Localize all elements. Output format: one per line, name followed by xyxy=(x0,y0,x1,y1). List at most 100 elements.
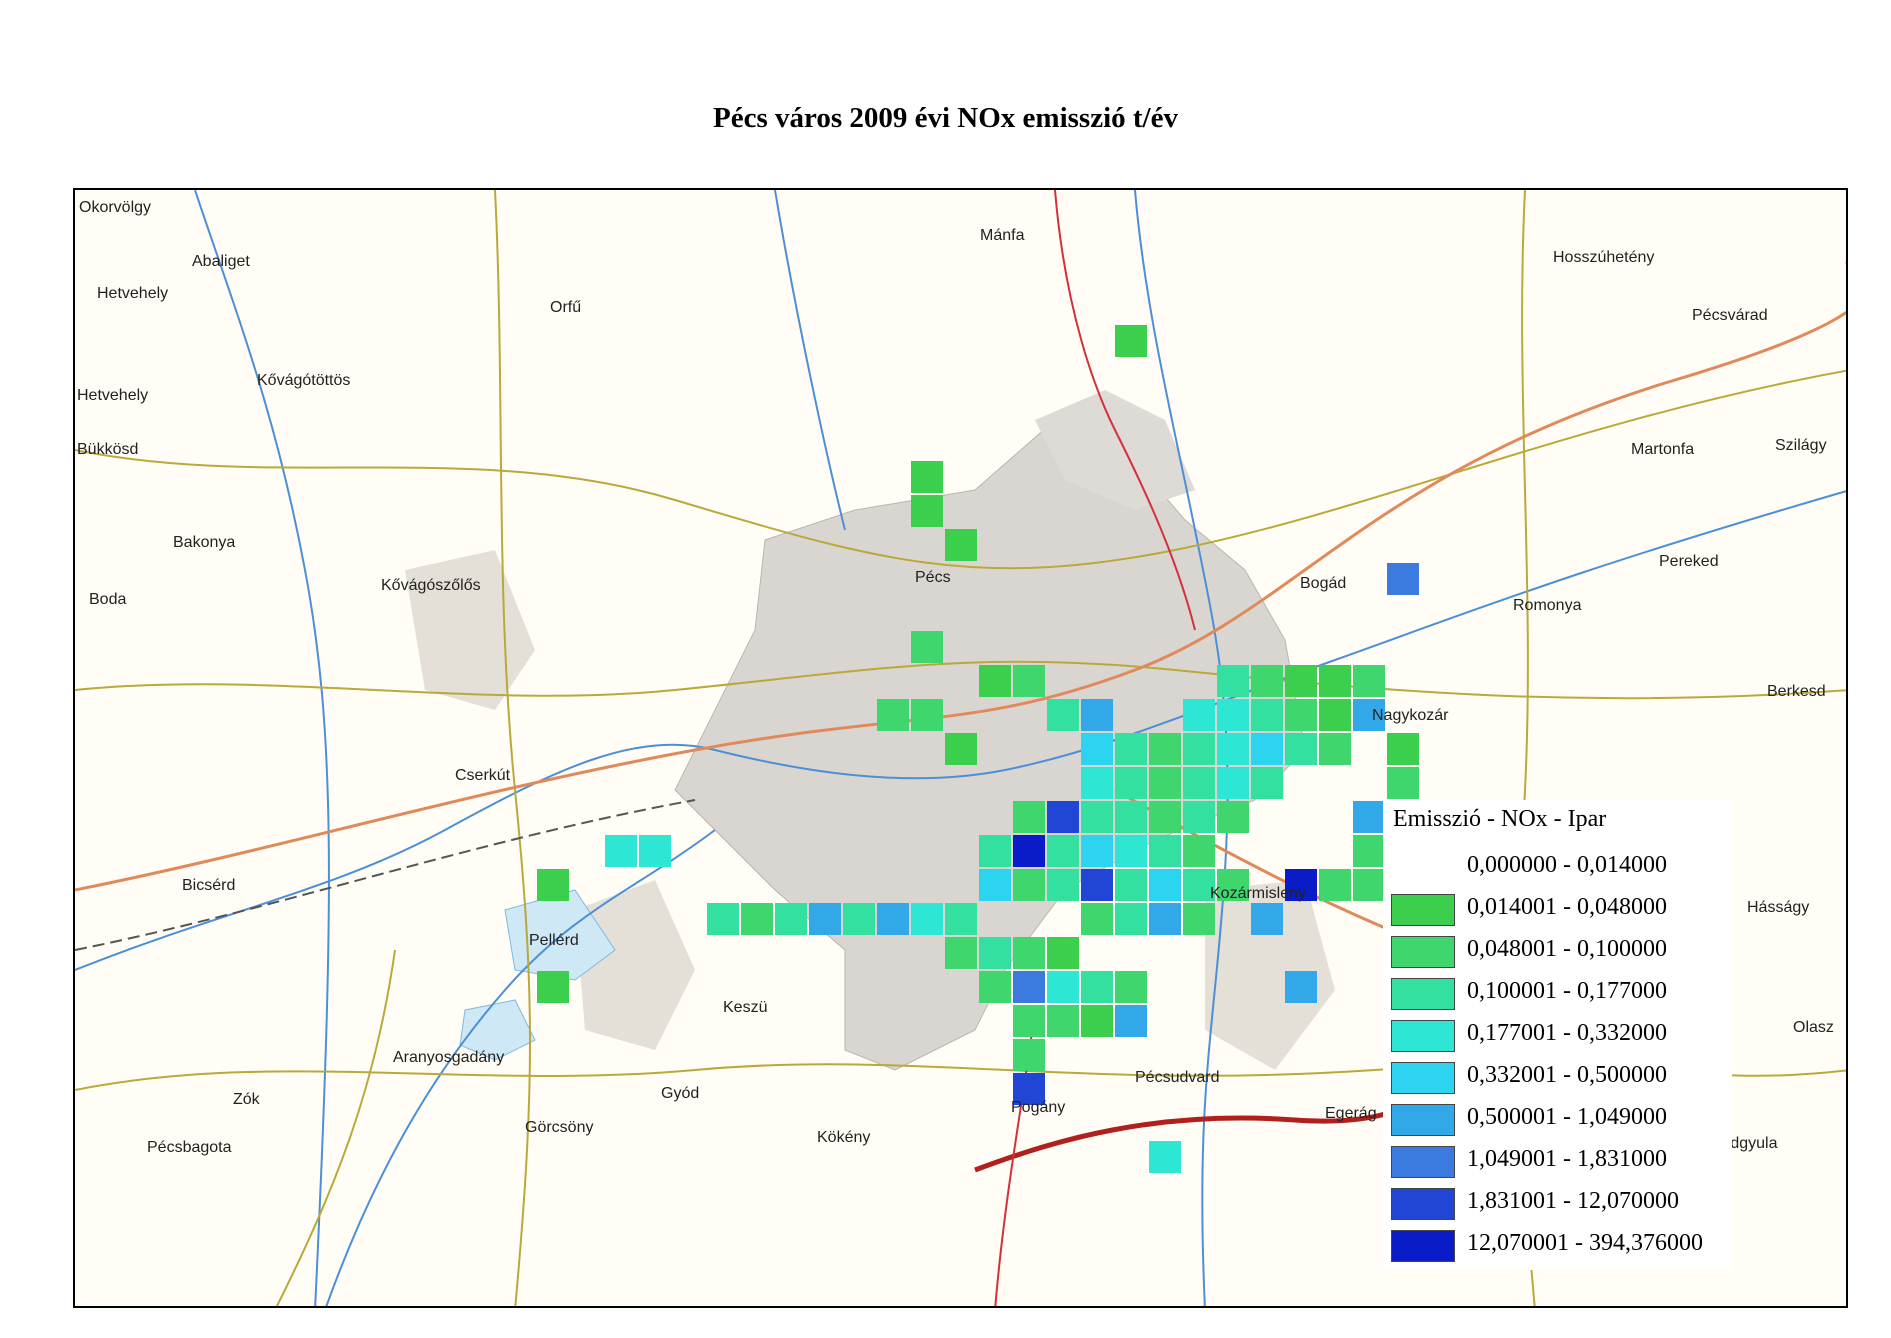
town-label: Pécsudvard xyxy=(1135,1069,1220,1086)
town-label: Egerág xyxy=(1325,1105,1377,1122)
legend-label: 0,000000 - 0,014000 xyxy=(1467,852,1667,878)
emission-cell xyxy=(1115,971,1147,1003)
emission-cell xyxy=(945,903,977,935)
emission-cell xyxy=(877,699,909,731)
town-label: Abaliget xyxy=(192,253,250,270)
town-label: Hosszúhetény xyxy=(1553,249,1654,266)
emission-cell xyxy=(911,699,943,731)
town-label: Aranyosgadány xyxy=(393,1049,504,1066)
town-label: Pécs xyxy=(915,569,951,586)
emission-cell xyxy=(1353,665,1385,697)
emission-cell xyxy=(911,461,943,493)
town-label: Hetvehely xyxy=(77,387,148,404)
emission-cell xyxy=(1285,665,1317,697)
emission-cell xyxy=(1149,835,1181,867)
emission-cell xyxy=(1319,733,1351,765)
emission-cell xyxy=(1149,801,1181,833)
emission-cell xyxy=(537,971,569,1003)
town-label: Pogány xyxy=(1011,1099,1065,1116)
emission-cell xyxy=(1353,869,1385,901)
emission-cell xyxy=(1353,835,1385,867)
town-label: Berkesd xyxy=(1767,683,1826,700)
town-label: Gyód xyxy=(661,1085,699,1102)
emission-cell xyxy=(1013,937,1045,969)
emission-cell xyxy=(1115,835,1147,867)
legend-label: 0,100001 - 0,177000 xyxy=(1467,978,1667,1004)
emission-cell xyxy=(1149,869,1181,901)
legend-label: 0,177001 - 0,332000 xyxy=(1467,1020,1667,1046)
emission-cell xyxy=(1081,733,1113,765)
emission-cell xyxy=(1319,869,1351,901)
town-label: Hásságy xyxy=(1747,899,1809,916)
emission-cell xyxy=(1081,971,1113,1003)
legend-row: 0,177001 - 0,332000 xyxy=(1391,1016,1736,1054)
emission-cell xyxy=(1183,801,1215,833)
emission-cell xyxy=(979,665,1011,697)
legend-swatch xyxy=(1391,1230,1455,1262)
emission-cell xyxy=(945,733,977,765)
emission-cell xyxy=(1251,699,1283,731)
legend-label: 0,014001 - 0,048000 xyxy=(1467,894,1667,920)
legend: Emisszió - NOx - Ipar 0,000000 - 0,01400… xyxy=(1383,800,1732,1270)
emission-cell xyxy=(1047,971,1079,1003)
emission-cell xyxy=(843,903,875,935)
legend-swatch xyxy=(1391,936,1455,968)
town-label: Bükkösd xyxy=(77,441,138,458)
emission-cell xyxy=(911,495,943,527)
town-label: Orfű xyxy=(550,299,581,316)
emission-cell xyxy=(979,835,1011,867)
legend-label: 0,048001 - 0,100000 xyxy=(1467,936,1667,962)
emission-cell xyxy=(1081,767,1113,799)
emission-cell xyxy=(1047,699,1079,731)
emission-cell xyxy=(639,835,671,867)
road-4 xyxy=(494,190,531,1306)
legend-label: 1,049001 - 1,831000 xyxy=(1467,1146,1667,1172)
town-label: Bogád xyxy=(1300,575,1346,592)
emission-cell xyxy=(1013,869,1045,901)
town-label: Kővágószőlős xyxy=(381,577,481,594)
legend-swatch xyxy=(1391,1146,1455,1178)
town-label: Pécsbagota xyxy=(147,1139,232,1156)
town-label: Hetvehely xyxy=(97,285,168,302)
town-label: Okorvölgy xyxy=(79,199,151,216)
emission-cell xyxy=(945,529,977,561)
emission-cell xyxy=(1013,665,1045,697)
emission-cell xyxy=(1183,835,1215,867)
emission-cell xyxy=(1251,767,1283,799)
map-title: Pécs város 2009 évi NOx emisszió t/év xyxy=(713,102,1178,134)
emission-cell xyxy=(809,903,841,935)
emission-cell xyxy=(1013,1005,1045,1037)
urban-area-west xyxy=(405,550,535,710)
emission-cell xyxy=(1387,767,1419,799)
emission-cell xyxy=(1013,801,1045,833)
emission-cell xyxy=(979,869,1011,901)
town-label: Mánfa xyxy=(980,227,1025,244)
emission-cell xyxy=(707,903,739,935)
legend-row: 0,048001 - 0,100000 xyxy=(1391,932,1736,970)
emission-cell xyxy=(1013,971,1045,1003)
town-label: Görcsöny xyxy=(525,1119,593,1136)
emission-cell xyxy=(1217,801,1249,833)
emission-cell xyxy=(1251,665,1283,697)
emission-cell xyxy=(1319,665,1351,697)
emission-cell xyxy=(1149,903,1181,935)
emission-cell xyxy=(1081,801,1113,833)
town-label: Boda xyxy=(89,591,126,608)
town-label: Bakonya xyxy=(173,534,235,551)
emission-cell xyxy=(1047,869,1079,901)
emission-cell xyxy=(1353,801,1385,833)
town-label: Pellérd xyxy=(529,932,579,949)
town-label: Pécsvárad xyxy=(1692,307,1768,324)
emission-cell xyxy=(1149,767,1181,799)
town-label: Kozármisleny xyxy=(1210,885,1306,902)
emission-cell xyxy=(1047,937,1079,969)
legend-row: 1,831001 - 12,070000 xyxy=(1391,1184,1736,1222)
town-label: Szilágy xyxy=(1775,437,1827,454)
road-6 xyxy=(275,949,396,1306)
emission-cell xyxy=(1217,665,1249,697)
emission-cell xyxy=(1115,767,1147,799)
legend-label: 0,332001 - 0,500000 xyxy=(1467,1062,1667,1088)
emission-cell xyxy=(1115,733,1147,765)
town-label: Romonya xyxy=(1513,597,1582,614)
town-label: Kővágótöttös xyxy=(257,372,350,389)
